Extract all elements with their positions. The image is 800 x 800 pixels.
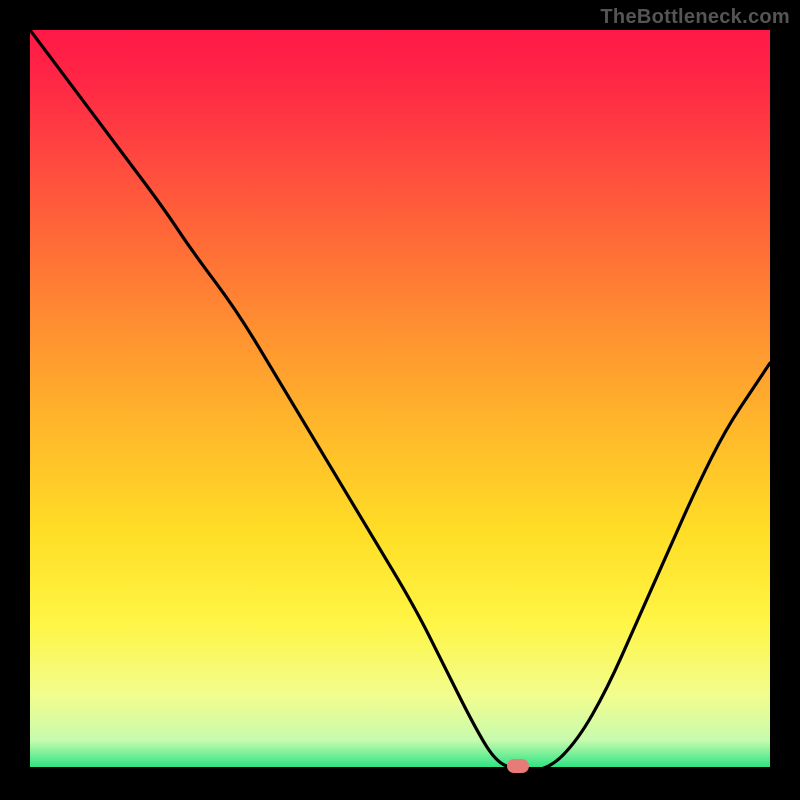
chart-svg [30, 30, 770, 770]
bottleneck-chart: TheBottleneck.com [0, 0, 800, 800]
optimal-point-marker [507, 759, 529, 773]
chart-background [30, 30, 770, 770]
plot-area [30, 30, 770, 770]
watermark-text: TheBottleneck.com [600, 6, 790, 29]
